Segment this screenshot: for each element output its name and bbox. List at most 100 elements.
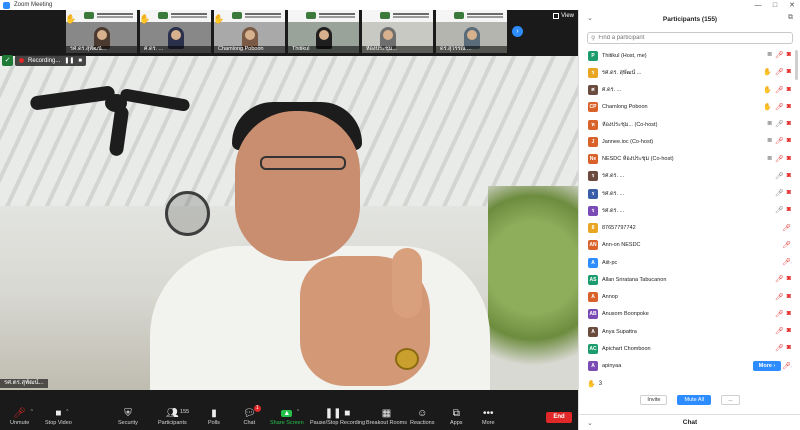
apps-button[interactable]: ⧉ Apps [450,406,463,427]
camera-icon[interactable]: ◙ [768,120,772,128]
video-thumbnail[interactable]: ดร.สุวรรณ ... [436,10,507,53]
mic-muted-icon[interactable]: 🎤︎ [775,293,784,301]
camera-off-icon[interactable]: ◙ [787,327,791,335]
mic-muted-icon[interactable]: 🎤︎ [775,275,784,283]
chevron-down-icon[interactable]: ⌄ [587,419,593,427]
mic-muted-icon[interactable]: 🎤︎ [775,155,784,163]
camera-icon[interactable]: ◙ [768,155,772,163]
participant-more-button[interactable]: More › [753,360,781,371]
security-button[interactable]: ⛨ Security [118,406,138,427]
view-button[interactable]: View [553,13,574,19]
polls-button[interactable]: ▮ Polls [208,406,220,427]
camera-off-icon[interactable]: ◙ [787,310,791,318]
participant-row[interactable]: Ne NESDC ห้องประชุม (Co-host) ◙ 🎤︎ ◙ [579,151,800,168]
participant-row[interactable]: ศ ศ.ดร. ... ✋ 🎤︎ ◙ [579,82,800,99]
pause-icon[interactable]: ❚❚ [64,57,74,64]
camera-off-icon[interactable]: ◙ [787,120,791,128]
camera-off-icon[interactable]: ◙ [787,51,791,59]
mic-muted-icon[interactable]: 🎤︎ [782,241,791,249]
invite-button[interactable]: Invite [640,395,668,405]
participant-row[interactable]: ร รศ.ดร. สุพัฒน์ ... ✋ 🎤︎ ◙ [579,64,800,81]
mic-muted-icon[interactable]: 🎤︎ [775,86,784,94]
minimize-button[interactable]: — [750,0,766,10]
camera-off-icon[interactable]: ◙ [787,68,791,76]
mute-all-button[interactable]: Mute All [677,395,712,405]
camera-off-icon[interactable]: ◙ [787,344,791,352]
participant-row[interactable]: AC Apichart Chomboon 🎤︎ ◙ [579,340,800,357]
participant-row[interactable]: ห ห้องประชุม... (Co-host) ◙ 🎤︎ ◙ [579,116,800,133]
stop-icon[interactable]: ■ [78,58,82,64]
participant-row[interactable]: 8 87657797742 🎤︎ [579,220,800,237]
mic-muted-icon[interactable]: 🎤︎ [775,327,784,335]
participant-row[interactable]: P Thitikul (Host, me) ◙ 🎤︎ ◙ [579,47,800,64]
maximize-button[interactable]: □ [767,0,783,10]
participant-row[interactable]: ร รศ.ดร. ... 🎤︎ ◙ [579,202,800,219]
chat-section-header[interactable]: ⌄ Chat [579,414,800,430]
video-thumbnail[interactable]: ✋ ศ.ดร. ... [140,10,211,53]
mic-muted-icon[interactable]: 🎤︎ [775,103,784,111]
mic-icon[interactable]: 🎤︎ [775,172,784,180]
mic-muted-icon[interactable]: 🎤︎ [775,310,784,318]
raised-hand-icon[interactable]: ✋ [763,86,772,94]
mic-muted-icon[interactable]: 🎤︎ [782,362,791,370]
participant-row[interactable]: AB Anusorn Boonpoke 🎤︎ ◙ [579,306,800,323]
participant-row[interactable]: AS Allan Sriratana Tabucanon 🎤︎ ◙ [579,271,800,288]
video-thumbnail[interactable]: ✋ Chamlong Poboon [214,10,285,53]
mic-icon[interactable]: 🎤︎ [775,189,784,197]
camera-off-icon[interactable]: ◙ [787,172,791,180]
next-page-icon[interactable]: › [512,26,523,37]
camera-off-icon[interactable]: ◙ [787,155,791,163]
participant-row[interactable]: A Aiit-pc 🎤︎ [579,254,800,271]
popout-icon[interactable]: ⧉ [788,14,793,22]
participant-row[interactable]: J Jannee.ioc (Co-host) ◙ 🎤︎ ◙ [579,133,800,150]
mic-icon[interactable]: 🎤︎ [775,206,784,214]
participant-row[interactable]: Aapinyaa More › 🎤︎ [579,358,800,375]
panel-more-button[interactable]: ... [721,395,740,405]
close-button[interactable]: ✕ [784,0,800,10]
participant-search[interactable]: ⚲ [587,32,793,44]
pause-recording-button[interactable]: ❚❚ ■ Pause/Stop Recording [310,406,365,427]
video-thumbnail[interactable]: ห้องประชุม... [362,10,433,53]
end-meeting-button[interactable]: End [546,412,572,423]
mic-icon[interactable]: 🎤︎ [775,120,784,128]
breakout-rooms-button[interactable]: ▦ Breakout Rooms [366,406,407,427]
camera-off-icon[interactable]: ◙ [787,137,791,145]
participants-button[interactable]: 👥︎ 155 Participants [158,406,189,427]
mic-muted-icon[interactable]: 🎤︎ [782,224,791,232]
camera-off-icon[interactable]: ◙ [787,103,791,111]
unmute-button[interactable]: 🎤︎ ^ Unmute [10,406,33,427]
video-thumbnail[interactable]: ✋ รศ.ดร.สุพัฒน์... [66,10,137,53]
camera-icon[interactable]: ◙ [768,51,772,59]
mic-muted-icon[interactable]: 🎤︎ [775,51,784,59]
mic-muted-icon[interactable]: 🎤︎ [782,258,791,266]
camera-off-icon[interactable]: ◙ [787,293,791,301]
camera-off-icon[interactable]: ◙ [787,275,791,283]
stop-video-button[interactable]: ■ ^ Stop Video [45,406,72,427]
share-screen-button[interactable]: ▲ ^ Share Screen [270,406,304,426]
participant-row[interactable]: ร รศ.ดร. ... 🎤︎ ◙ [579,168,800,185]
raised-hand-icon[interactable]: ✋ [763,68,772,76]
mic-muted-icon[interactable]: 🎤︎ [775,68,784,76]
camera-off-icon[interactable]: ◙ [787,86,791,94]
camera-off-icon[interactable]: ◙ [787,206,791,214]
participant-row[interactable]: ร รศ.ดร. ... 🎤︎ ◙ [579,185,800,202]
chevron-up-icon[interactable]: ^ [297,409,299,415]
chevron-up-icon[interactable]: ^ [66,409,68,415]
participant-row[interactable]: A Annop 🎤︎ ◙ [579,289,800,306]
more-button[interactable]: ••• More [482,406,495,427]
camera-icon[interactable]: ◙ [768,137,772,145]
shield-icon[interactable]: ✓ [2,55,13,66]
participant-row[interactable]: AN Ann-on NESDC 🎤︎ [579,237,800,254]
scrollbar[interactable] [795,50,798,80]
chat-button[interactable]: 💬︎ 1 Chat [243,405,261,426]
video-thumbnail[interactable]: Thitikul [288,10,359,53]
reactions-button[interactable]: ☺ Reactions [410,406,434,427]
participant-row[interactable]: A Anya Supattra 🎤︎ ◙ [579,323,800,340]
chevron-up-icon[interactable]: ^ [31,409,33,415]
chevron-down-icon[interactable]: ⌄ [587,14,593,22]
mic-muted-icon[interactable]: 🎤︎ [775,344,784,352]
camera-off-icon[interactable]: ◙ [787,189,791,197]
raised-hand-icon[interactable]: ✋ [763,103,772,111]
participant-row[interactable]: CP Chamlong Poboon ✋ 🎤︎ ◙ [579,99,800,116]
mic-muted-icon[interactable]: 🎤︎ [775,137,784,145]
